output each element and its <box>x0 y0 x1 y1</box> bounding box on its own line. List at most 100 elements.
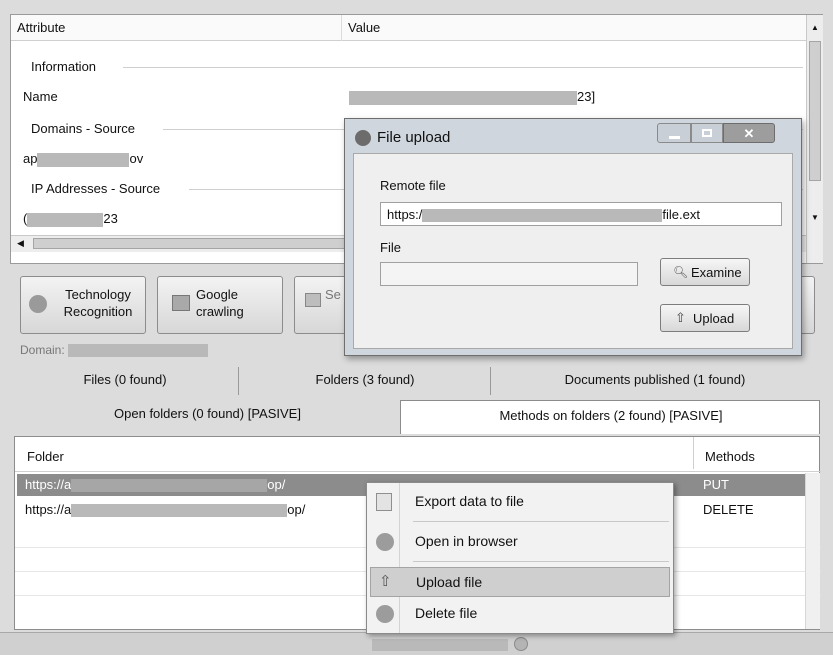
group-information-label: Information <box>31 59 97 74</box>
menu-item-label: Delete file <box>415 605 478 621</box>
remote-file-label: Remote file <box>380 178 446 193</box>
minimize-button[interactable] <box>657 123 691 143</box>
scroll-left-icon[interactable]: ◀ <box>17 238 24 249</box>
dialog-title: File upload <box>377 129 451 146</box>
up-arrow-icon: ⇧ <box>675 310 686 325</box>
globe-icon <box>376 533 394 551</box>
remote-file-input[interactable]: https:/ file.ext <box>380 202 782 226</box>
upload-button[interactable]: ⇧ Upload <box>660 304 750 332</box>
redacted-block <box>37 152 130 167</box>
header-divider <box>341 15 342 41</box>
menu-separator <box>413 521 669 522</box>
folders-vertical-scrollbar[interactable] <box>805 473 820 629</box>
tab-divider <box>490 367 491 395</box>
attribute-name-label: Name <box>23 89 58 104</box>
menu-item-upload-file[interactable]: ⇧ Upload file <box>370 567 670 597</box>
minimize-icon <box>669 136 680 139</box>
domain-suffix: ov <box>129 151 144 166</box>
column-header-value[interactable]: Value <box>348 20 380 35</box>
delete-icon <box>376 605 394 623</box>
domain-value: ap ov <box>23 151 143 167</box>
remote-file-prefix: https:/ <box>387 207 423 222</box>
folder-url-prefix: https://a <box>25 477 72 492</box>
folder-url-suffix: op/ <box>267 477 286 492</box>
tab-folders[interactable]: Folders (3 found) <box>240 372 490 387</box>
redacted-block <box>27 212 104 227</box>
technology-recognition-button[interactable]: Technology Recognition <box>20 276 146 334</box>
context-menu: Export data to file Open in browser ⇧ Up… <box>366 482 674 634</box>
scroll-down-icon[interactable]: ▼ <box>811 213 819 222</box>
menu-item-export[interactable]: Export data to file <box>370 487 670 517</box>
file-label: File <box>380 240 401 255</box>
menu-item-open-browser[interactable]: Open in browser <box>370 527 670 557</box>
examine-label: Examine <box>691 265 742 280</box>
group-domains-label: Domains - Source <box>31 121 136 136</box>
google-label-line2: crawling <box>196 304 244 319</box>
column-header-attribute[interactable]: Attribute <box>17 20 65 35</box>
domain-prefix: ap <box>23 151 38 166</box>
domain-row: Domain: <box>20 343 209 358</box>
scroll-thumb[interactable] <box>809 41 821 181</box>
tab-divider <box>238 367 239 395</box>
up-arrow-icon: ⇧ <box>379 573 392 590</box>
redacted-block <box>422 209 663 223</box>
header-divider <box>693 437 694 469</box>
technology-label-line1: Technology <box>65 287 131 302</box>
attributes-header: Attribute Value <box>11 15 806 41</box>
ip-suffix: 23 <box>103 211 118 226</box>
dialog-body: Remote file https:/ file.ext File 🔍︎ Exam… <box>353 153 793 349</box>
close-icon: ✕ <box>743 126 755 141</box>
status-icon <box>514 637 528 651</box>
search-button-label: Se <box>325 287 341 302</box>
redacted-block <box>372 639 508 651</box>
scroll-up-icon[interactable]: ▲ <box>811 23 819 32</box>
search-icon: 🔍︎ <box>673 265 689 279</box>
tab-open-folders[interactable]: Open folders (0 found) [PASIVE] <box>20 406 395 421</box>
folder-url-prefix: https://a <box>25 502 72 517</box>
redacted-block <box>71 504 288 518</box>
remote-file-suffix: file.ext <box>662 207 700 222</box>
folder-url-suffix: op/ <box>287 502 306 517</box>
folder-method: DELETE <box>703 502 754 517</box>
file-upload-dialog: File upload ✕ Remote file https:/ file.ex… <box>344 118 802 356</box>
redacted-block <box>349 90 577 105</box>
column-header-methods[interactable]: Methods <box>705 449 755 464</box>
attributes-vertical-scrollbar[interactable]: ▲ ▼ <box>806 15 823 263</box>
gear-icon <box>29 295 47 313</box>
menu-item-label: Upload file <box>416 574 483 590</box>
folder-method: PUT <box>703 477 729 492</box>
folder-url: https://a op/ <box>25 477 286 493</box>
name-value-text: 23] <box>577 89 596 104</box>
upload-label: Upload <box>693 311 735 326</box>
attribute-name-value: 23] <box>349 89 595 105</box>
folder-icon <box>305 293 321 307</box>
ip-value: (23 <box>23 211 118 227</box>
examine-button[interactable]: 🔍︎ Examine <box>660 258 750 286</box>
edit-icon <box>376 493 392 511</box>
crawler-icon <box>172 295 190 311</box>
technology-label-line2: Recognition <box>63 304 133 319</box>
maximize-button[interactable] <box>691 123 723 143</box>
redacted-block <box>68 344 209 358</box>
tab-methods-on-folders[interactable]: Methods on folders (2 found) [PASIVE] <box>400 400 820 434</box>
remote-file-value: https:/ file.ext <box>387 207 700 223</box>
folder-url: https://a op/ <box>25 502 306 518</box>
header-bottom-line <box>15 471 821 472</box>
app-icon <box>355 130 371 146</box>
menu-item-delete-file[interactable]: Delete file <box>370 599 670 629</box>
google-crawling-button[interactable]: Google crawling <box>157 276 283 334</box>
tab-files[interactable]: Files (0 found) <box>20 372 230 387</box>
menu-item-label: Export data to file <box>415 493 524 509</box>
tab-methods-label: Methods on folders (2 found) [PASIVE] <box>499 408 723 423</box>
group-divider <box>123 67 803 68</box>
tab-documents-published[interactable]: Documents published (1 found) <box>495 372 815 387</box>
status-bar <box>0 632 833 655</box>
close-button[interactable]: ✕ <box>723 123 775 143</box>
menu-separator <box>413 561 669 562</box>
domain-label: Domain: <box>20 343 65 357</box>
menu-item-label: Open in browser <box>415 533 518 549</box>
google-label-line1: Google <box>196 287 238 302</box>
maximize-icon <box>702 129 712 137</box>
column-header-folder[interactable]: Folder <box>27 449 64 464</box>
file-input[interactable] <box>380 262 638 286</box>
